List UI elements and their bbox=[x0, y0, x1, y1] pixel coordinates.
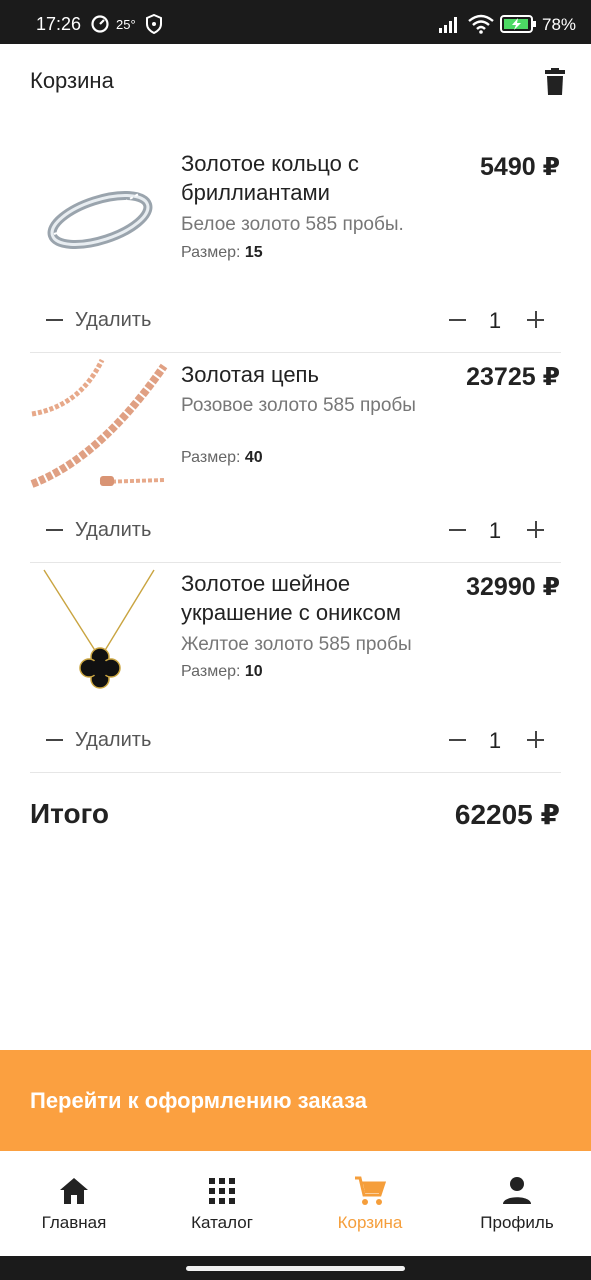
nav-item-home[interactable]: Главная bbox=[0, 1151, 148, 1256]
product-size: Размер: 15 bbox=[181, 244, 263, 262]
home-icon bbox=[60, 1178, 88, 1204]
product-name[interactable]: Золотое кольцо с бриллиантами bbox=[181, 149, 451, 207]
product-description: Розовое золото 585 пробы bbox=[181, 395, 416, 416]
product-name[interactable]: Золотое шейное украшение с ониксом bbox=[181, 569, 451, 627]
battery-percent: 78% bbox=[542, 15, 577, 34]
nav-label: Профиль bbox=[480, 1213, 554, 1232]
nav-item-cart[interactable]: Корзина bbox=[296, 1151, 444, 1256]
nav-label: Главная bbox=[41, 1213, 107, 1232]
speed-icon bbox=[91, 15, 109, 33]
trash-icon[interactable] bbox=[542, 68, 568, 96]
minus-icon bbox=[46, 739, 63, 741]
size-label: Размер: bbox=[181, 663, 241, 680]
product-size: Размер: 40 bbox=[181, 449, 263, 467]
product-price: 5490 ₽ bbox=[480, 153, 560, 181]
divider bbox=[30, 352, 561, 353]
size-label: Размер: bbox=[181, 244, 241, 261]
status-temperature: 25° bbox=[116, 17, 136, 32]
product-price: 23725 ₽ bbox=[466, 363, 560, 391]
increase-quantity-button[interactable] bbox=[524, 720, 548, 760]
product-description: Желтое золото 585 пробы bbox=[181, 634, 412, 655]
grid-icon bbox=[209, 1178, 235, 1204]
quantity-value: 1 bbox=[488, 728, 502, 753]
wifi-icon bbox=[468, 14, 494, 34]
product-name[interactable]: Золотая цепь bbox=[181, 360, 451, 389]
nav-item-profile[interactable]: Профиль bbox=[443, 1151, 591, 1256]
increase-quantity-button[interactable] bbox=[524, 300, 548, 340]
quantity-value: 1 bbox=[488, 308, 502, 333]
divider bbox=[30, 562, 561, 563]
minus-icon bbox=[46, 529, 63, 531]
total-value: 62205 ₽ bbox=[454, 799, 560, 830]
home-indicator[interactable] bbox=[186, 1266, 405, 1271]
checkout-label: Перейти к оформлению заказа bbox=[30, 1088, 367, 1113]
product-size: Размер: 10 bbox=[181, 663, 263, 681]
shield-icon bbox=[146, 14, 162, 34]
product-image-chain[interactable] bbox=[30, 358, 170, 492]
product-description: Белое золото 585 пробы. bbox=[181, 214, 404, 235]
item-actions: Удалить 1 bbox=[0, 510, 591, 550]
product-price: 32990 ₽ bbox=[466, 573, 560, 601]
battery-icon bbox=[500, 15, 536, 33]
size-value: 10 bbox=[244, 663, 263, 680]
remove-button[interactable]: Удалить bbox=[46, 300, 151, 340]
remove-button[interactable]: Удалить bbox=[46, 510, 151, 550]
remove-label: Удалить bbox=[75, 728, 152, 751]
size-value: 40 bbox=[244, 449, 263, 466]
product-image-necklace[interactable] bbox=[30, 568, 170, 702]
remove-label: Удалить bbox=[75, 308, 152, 331]
nav-label: Каталог bbox=[191, 1213, 253, 1232]
product-image-ring[interactable] bbox=[30, 152, 170, 286]
size-value: 15 bbox=[244, 244, 263, 261]
app-header: Корзина bbox=[0, 44, 591, 120]
status-time: 17:26 bbox=[36, 14, 82, 34]
divider bbox=[30, 772, 561, 773]
increase-quantity-button[interactable] bbox=[524, 510, 548, 550]
decrease-quantity-button[interactable] bbox=[446, 720, 470, 760]
page-title: Корзина bbox=[30, 68, 114, 93]
signal-icon bbox=[439, 17, 457, 33]
remove-button[interactable]: Удалить bbox=[46, 720, 151, 760]
decrease-quantity-button[interactable] bbox=[446, 510, 470, 550]
decrease-quantity-button[interactable] bbox=[446, 300, 470, 340]
nav-label: Корзина bbox=[337, 1213, 403, 1232]
quantity-value: 1 bbox=[488, 518, 502, 543]
remove-label: Удалить bbox=[75, 518, 152, 541]
person-icon bbox=[503, 1177, 531, 1204]
status-bar: 17:26 25° 78% bbox=[0, 0, 591, 44]
minus-icon bbox=[46, 319, 63, 321]
total-label: Итого bbox=[30, 798, 109, 829]
bottom-navigation: Главная Каталог Корзина Профиль bbox=[0, 1151, 591, 1256]
cart-icon bbox=[355, 1176, 386, 1205]
checkout-button[interactable]: Перейти к оформлению заказа bbox=[0, 1050, 591, 1151]
item-actions: Удалить 1 bbox=[0, 300, 591, 340]
item-actions: Удалить 1 bbox=[0, 720, 591, 760]
size-label: Размер: bbox=[181, 449, 241, 466]
nav-item-catalog[interactable]: Каталог bbox=[148, 1151, 296, 1256]
